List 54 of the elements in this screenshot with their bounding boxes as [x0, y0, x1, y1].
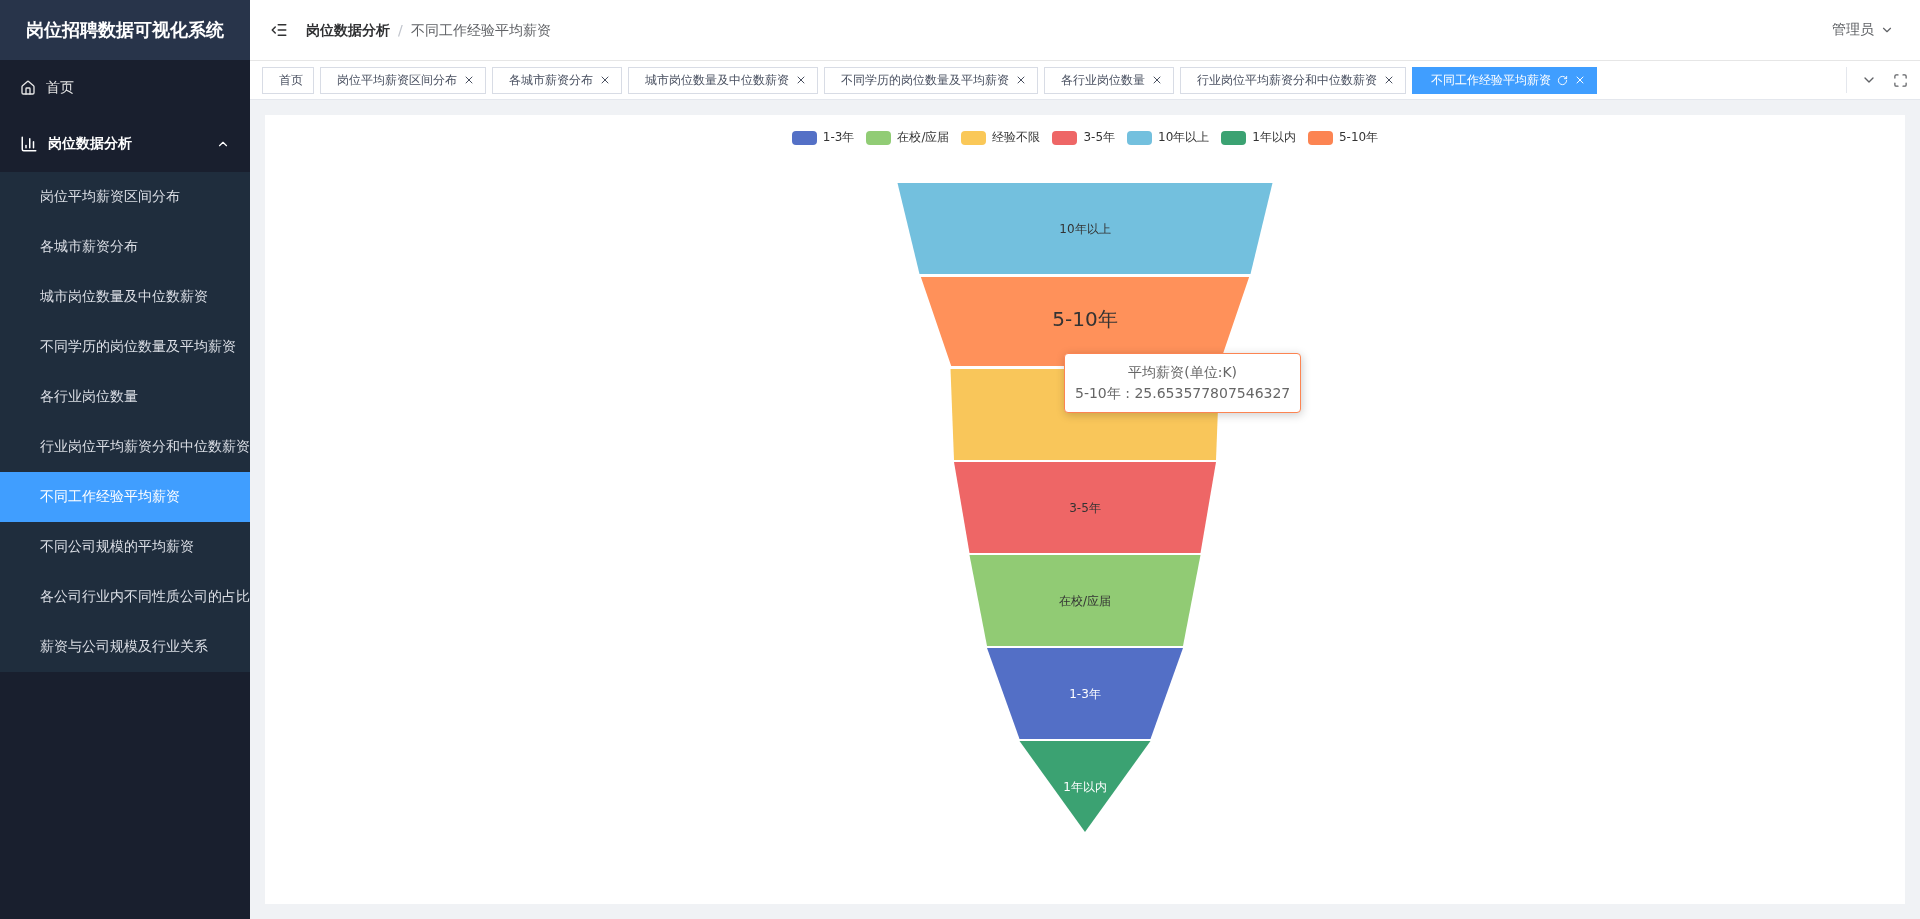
segment-label: 1-3年	[1069, 686, 1101, 701]
close-icon[interactable]	[1015, 74, 1027, 86]
funnel-segment[interactable]	[954, 462, 1216, 553]
submenu-item[interactable]: 不同学历的岗位数量及平均薪资	[0, 322, 250, 372]
submenu-item[interactable]: 不同公司规模的平均薪资	[0, 522, 250, 572]
refresh-icon[interactable]	[1557, 74, 1568, 86]
menu-toggle-icon[interactable]	[270, 21, 288, 39]
segment-label: 5-10年	[1052, 306, 1118, 331]
legend-item[interactable]: 经验不限	[961, 129, 1041, 146]
close-icon[interactable]	[795, 74, 807, 86]
page-tab[interactable]: 各城市薪资分布	[492, 66, 622, 94]
submenu-item[interactable]: 岗位平均薪资区间分布	[0, 172, 250, 222]
breadcrumb-separator: /	[398, 22, 403, 38]
submenu-item[interactable]: 城市岗位数量及中位数薪资	[0, 272, 250, 322]
page-tab[interactable]: 首页	[262, 66, 314, 94]
legend-item[interactable]: 1-3年	[791, 129, 855, 146]
menu-group[interactable]: 岗位数据分析	[0, 116, 250, 172]
menu-label: 首页	[46, 79, 74, 97]
legend-item[interactable]: 3-5年	[1052, 129, 1116, 146]
segment-label: 在校/应届	[1059, 593, 1111, 608]
submenu-item[interactable]: 各公司行业内不同性质公司的占比	[0, 572, 250, 622]
submenu-item[interactable]: 行业岗位平均薪资分和中位数薪资	[0, 422, 250, 472]
close-icon[interactable]	[1151, 74, 1163, 86]
home-icon	[20, 80, 36, 96]
page-tab[interactable]: 不同学历的岗位数量及平均薪资	[824, 66, 1038, 94]
page-tab[interactable]: 岗位平均薪资区间分布	[320, 66, 486, 94]
segment-label: 10年以上	[1059, 221, 1111, 236]
page-tab[interactable]: 各行业岗位数量	[1044, 66, 1174, 94]
legend-item[interactable]: 在校/应届	[866, 129, 950, 146]
fullscreen-icon[interactable]	[1893, 72, 1908, 88]
close-icon[interactable]	[463, 74, 475, 86]
page-tab[interactable]: 行业岗位平均薪资分和中位数薪资	[1180, 66, 1406, 94]
segment-label: 1年以内	[1063, 780, 1107, 794]
funnel-segment[interactable]	[987, 648, 1183, 739]
legend-item[interactable]: 1年以内	[1221, 129, 1296, 146]
tooltip-title: 平均薪资(单位:K)	[1127, 363, 1239, 382]
breadcrumb-item: 不同工作经验平均薪资	[410, 22, 551, 38]
user-menu[interactable]: 管理员	[1826, 20, 1900, 40]
submenu-item[interactable]: 各城市薪资分布	[0, 222, 250, 272]
bar-chart-icon	[20, 135, 38, 153]
legend-item[interactable]: 5-10年	[1307, 129, 1379, 146]
close-icon[interactable]	[1383, 74, 1395, 86]
menu-item[interactable]: 首页	[0, 60, 250, 116]
tooltip-value: 5-10年 : 25.653577807546327	[1075, 384, 1291, 403]
app-title: 岗位招聘数据可视化系统	[0, 0, 250, 60]
legend-item[interactable]: 10年以上	[1127, 129, 1210, 146]
submenu-item[interactable]: 各行业岗位数量	[0, 372, 250, 422]
menu-label: 岗位数据分析	[48, 135, 132, 153]
breadcrumb-item[interactable]: 岗位数据分析	[306, 22, 390, 38]
segment-label: 3-5年	[1069, 500, 1101, 515]
close-icon[interactable]	[599, 74, 611, 86]
funnel-segment[interactable]	[1019, 741, 1151, 832]
submenu-item[interactable]: 薪资与公司规模及行业关系	[0, 622, 250, 672]
page-tab[interactable]: 城市岗位数量及中位数薪资	[628, 66, 818, 94]
